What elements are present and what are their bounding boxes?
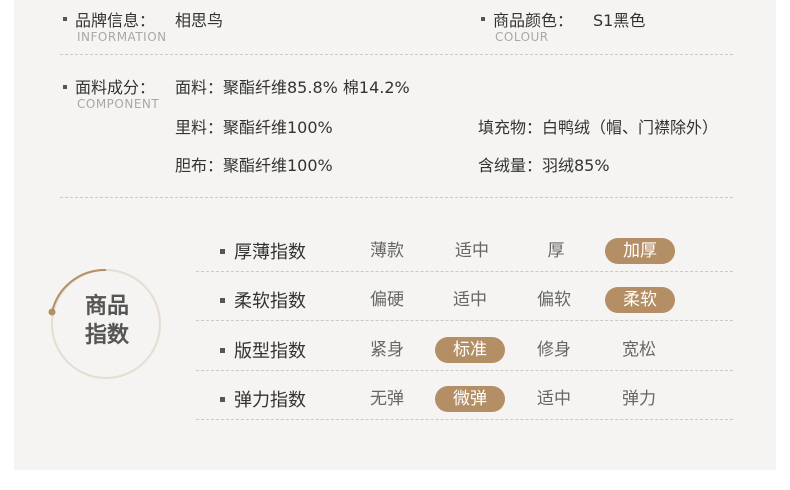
index-row-label: 版型指数 [234, 341, 306, 362]
index-option-selected: 标准 [435, 337, 505, 363]
index-option: 适中 [455, 241, 489, 261]
index-row-label: 柔软指数 [234, 291, 306, 312]
bullet-icon [220, 249, 225, 254]
index-option: 薄款 [370, 241, 404, 261]
index-option: 紧身 [370, 340, 404, 360]
index-option: 宽松 [622, 340, 656, 360]
index-title-line1: 商品 [84, 294, 129, 319]
index-option: 偏硬 [370, 290, 404, 310]
divider [196, 419, 733, 420]
divider [196, 271, 733, 272]
index-option: 适中 [537, 389, 571, 409]
index-option: 适中 [453, 290, 487, 310]
index-option-selected: 微弹 [435, 386, 505, 412]
index-title-line2: 指数 [84, 323, 129, 348]
index-row-label: 厚薄指数 [234, 242, 306, 263]
bullet-icon [220, 348, 225, 353]
bullet-icon [220, 397, 225, 402]
index-option: 偏软 [537, 290, 571, 310]
index-option: 弹力 [622, 389, 656, 409]
index-title: 商品 指数 [77, 292, 137, 350]
divider [196, 320, 733, 321]
index-row-label: 弹力指数 [234, 390, 306, 411]
divider [196, 370, 733, 371]
index-option: 修身 [537, 340, 571, 360]
index-option-selected: 加厚 [605, 238, 675, 264]
bullet-icon [220, 298, 225, 303]
index-option-selected: 柔软 [605, 287, 675, 313]
index-option: 厚 [547, 241, 565, 261]
index-option: 无弹 [370, 389, 404, 409]
